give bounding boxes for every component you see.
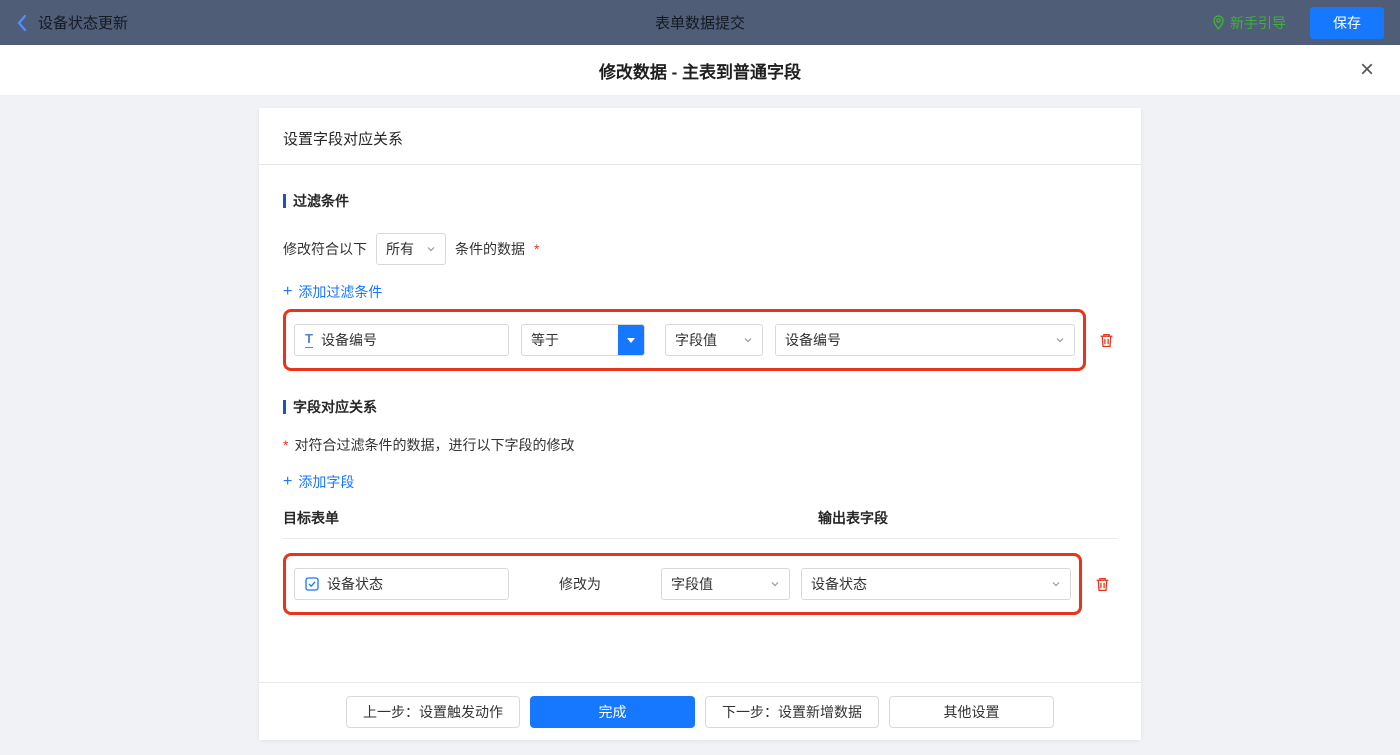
required-asterisk: * [283, 437, 289, 453]
topbar-title: 表单数据提交 [654, 15, 745, 32]
mapping-section-label: 字段对应关系 [293, 399, 377, 415]
topbar-actions: 新手引导 保存 [1212, 6, 1384, 39]
chevron-down-icon [770, 579, 780, 589]
modify-to-label: 修改为 [559, 576, 601, 592]
section-marker [283, 194, 286, 208]
add-filter-condition-label: 添加过滤条件 [298, 284, 383, 300]
modal-title: 修改数据 - 主表到普通字段 [598, 62, 802, 82]
mapping-row: 设备状态 修改为 字段值 设备状态 [283, 553, 1117, 615]
column-target-form: 目标表单 [283, 510, 339, 526]
column-output-field: 输出表字段 [818, 510, 888, 526]
mapping-row-highlight: 设备状态 修改为 字段值 设备状态 [283, 553, 1082, 615]
card-header-title: 设置字段对应关系 [259, 108, 1141, 165]
condition-row: 修改符合以下 所有 条件的数据 * [283, 233, 1117, 265]
add-field-label: 添加字段 [298, 474, 355, 490]
delete-filter-row-icon[interactable] [1098, 332, 1115, 349]
beginner-guide-link[interactable]: 新手引导 [1212, 13, 1286, 33]
mapping-column-headers: 目标表单 输出表字段 [283, 508, 1117, 539]
condition-suffix-text: 条件的数据 [455, 241, 525, 257]
location-pin-icon [1212, 15, 1225, 30]
match-mode-value: 所有 [386, 241, 414, 257]
chevron-down-icon [743, 335, 753, 345]
modal-header: 修改数据 - 主表到普通字段 × [0, 45, 1400, 95]
card-body: 过滤条件 修改符合以下 所有 条件的数据 * + 添加过滤条件 T 设备编号 等… [259, 165, 1141, 682]
beginner-guide-label: 新手引导 [1230, 14, 1286, 31]
mapping-description-text: 对符合过滤条件的数据，进行以下字段的修改 [294, 437, 575, 453]
chevron-down-icon [1055, 335, 1065, 345]
operator-value: 等于 [531, 332, 559, 348]
target-field-value: 设备状态 [327, 576, 383, 592]
mapping-value-field-value: 设备状态 [811, 576, 867, 592]
filter-section-title: 过滤条件 [283, 191, 1117, 211]
value-type-select[interactable]: 字段值 [665, 324, 763, 356]
value-field-value: 设备编号 [785, 332, 841, 348]
mapping-value-type-value: 字段值 [671, 576, 713, 592]
topbar: 设备状态更新 表单数据提交 新手引导 保存 [0, 0, 1400, 45]
plus-icon: + [283, 283, 293, 300]
target-field-input[interactable]: 设备状态 [294, 568, 509, 600]
filter-row-highlight: T 设备编号 等于 字段值 设备编号 [283, 309, 1086, 371]
chevron-down-icon [1051, 579, 1061, 589]
card-footer: 上一步：设置触发动作 完成 下一步：设置新增数据 其他设置 [259, 682, 1141, 740]
section-marker [283, 400, 286, 414]
close-icon[interactable]: × [1360, 58, 1374, 82]
filter-section-label: 过滤条件 [293, 193, 349, 209]
back-icon[interactable] [16, 14, 28, 32]
operator-select[interactable]: 等于 [521, 324, 645, 356]
add-filter-condition-link[interactable]: + 添加过滤条件 [283, 282, 382, 302]
add-field-link[interactable]: + 添加字段 [283, 472, 354, 492]
page-title: 设备状态更新 [38, 15, 129, 32]
select-field-icon [305, 577, 319, 591]
filter-field-value: 设备编号 [320, 332, 377, 348]
caret-glyph [627, 337, 635, 343]
other-settings-button[interactable]: 其他设置 [889, 696, 1054, 728]
mapping-value-field-select[interactable]: 设备状态 [801, 568, 1071, 600]
value-field-select[interactable]: 设备编号 [775, 324, 1075, 356]
value-type-value: 字段值 [675, 332, 717, 348]
mapping-value-type-select[interactable]: 字段值 [661, 568, 790, 600]
filter-row: T 设备编号 等于 字段值 设备编号 [283, 309, 1117, 371]
chevron-down-icon [426, 244, 436, 254]
mapping-description-row: * 对符合过滤条件的数据，进行以下字段的修改 [283, 435, 1117, 455]
delete-mapping-row-icon[interactable] [1094, 576, 1111, 593]
prev-step-button[interactable]: 上一步：设置触发动作 [346, 696, 520, 728]
condition-prefix-text: 修改符合以下 [283, 241, 367, 257]
required-asterisk: * [534, 241, 540, 257]
plus-icon: + [283, 473, 293, 490]
back-nav[interactable]: 设备状态更新 [16, 12, 128, 33]
chevron-down-icon[interactable] [618, 325, 644, 355]
settings-card: 设置字段对应关系 过滤条件 修改符合以下 所有 条件的数据 * + 添加过滤条件… [259, 108, 1141, 740]
page-background: 设置字段对应关系 过滤条件 修改符合以下 所有 条件的数据 * + 添加过滤条件… [0, 95, 1400, 755]
filter-field-input[interactable]: T 设备编号 [294, 324, 509, 356]
done-button[interactable]: 完成 [530, 696, 695, 728]
match-mode-select[interactable]: 所有 [376, 233, 446, 265]
next-step-button[interactable]: 下一步：设置新增数据 [705, 696, 879, 728]
text-field-icon: T [305, 331, 313, 348]
save-button[interactable]: 保存 [1310, 6, 1384, 39]
mapping-section-title: 字段对应关系 [283, 397, 1117, 417]
